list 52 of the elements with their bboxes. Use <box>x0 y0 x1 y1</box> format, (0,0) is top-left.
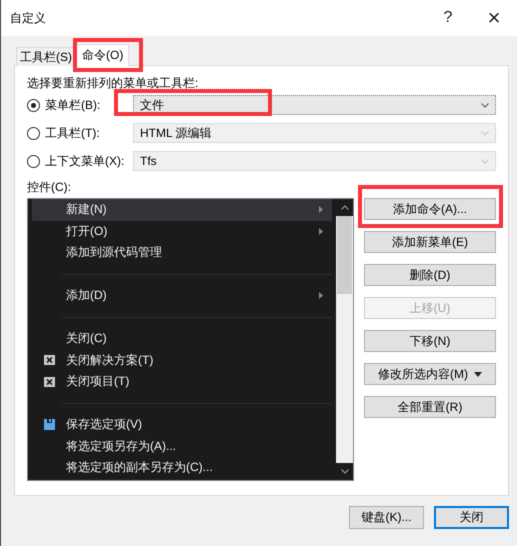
menu-item-label: 打开(O) <box>66 222 108 240</box>
radio-label: 工具栏(T): <box>45 124 101 142</box>
submenu-arrow-icon <box>319 206 323 214</box>
action-button[interactable]: 全部重置(R) <box>364 396 496 418</box>
menu-item-label: 新建(N) <box>66 201 108 218</box>
action-button[interactable]: 下移(N) <box>364 330 496 352</box>
tab[interactable]: 工具栏(S) <box>16 47 76 66</box>
menu-item[interactable]: 将选定项的副本另存为(C)... <box>32 457 332 478</box>
chevron-icon <box>481 130 489 136</box>
scroll-down-icon <box>340 469 348 474</box>
menu-item[interactable]: 添加(D) <box>32 285 332 306</box>
menu-item-label: 将选定项另存为(A)... <box>66 438 177 455</box>
radio-label: 上下文菜单(X): <box>45 152 126 170</box>
menu-item[interactable]: 将选定项另存为(A)... <box>32 436 332 457</box>
menu-item-label: 将选定项的副本另存为(C)... <box>66 459 214 476</box>
radio-button[interactable] <box>27 98 40 112</box>
close-icon <box>44 355 54 366</box>
save-icon <box>44 419 54 430</box>
menu-item[interactable]: 关闭项目(T) <box>32 371 332 392</box>
menu-item[interactable]: 关闭(C) <box>32 328 332 350</box>
menu-item[interactable]: 新建(N) <box>32 199 332 220</box>
dialog-button[interactable]: 关闭 <box>434 506 509 529</box>
menu-item-label: 关闭(C) <box>66 330 108 348</box>
dropdown[interactable]: 文件 <box>133 95 496 115</box>
menu-item[interactable]: 添加到源代码管理 <box>32 242 332 264</box>
close-button[interactable]: × <box>471 0 517 36</box>
window-title: 自定义 <box>10 10 46 26</box>
menu-item[interactable]: 关闭解决方案(T) <box>32 350 332 371</box>
section-label: 控件(C): <box>27 179 71 195</box>
close-icon <box>44 376 54 387</box>
action-button[interactable]: 添加命令(A)... <box>364 198 496 220</box>
action-button[interactable]: 修改所选内容(M) <box>364 363 496 385</box>
section-label: 选择要重新排列的菜单或工具栏: <box>27 75 198 91</box>
scroll-up-icon <box>340 205 348 210</box>
action-button[interactable]: 添加新菜单(E) <box>364 231 496 253</box>
action-button[interactable]: 删除(D) <box>364 264 496 286</box>
menu-item-label: 关闭项目(T) <box>66 373 130 390</box>
dialog-button[interactable]: 键盘(K)... <box>349 506 424 529</box>
menu-item-label: 添加(D) <box>66 287 108 304</box>
menu-item[interactable]: 打开(O) <box>32 220 332 242</box>
submenu-arrow-icon <box>319 228 323 235</box>
menu-item[interactable]: 保存选定项(V) <box>32 414 332 436</box>
chevron-icon <box>481 102 489 108</box>
menu-item-label: 保存选定项(V) <box>66 416 143 434</box>
scroll-thumb[interactable] <box>337 216 352 294</box>
menu-item-label: 添加到源代码管理 <box>66 244 163 262</box>
help-button[interactable]: ? <box>425 0 471 36</box>
tab[interactable]: 命令(O) <box>76 44 130 66</box>
submenu-arrow-icon <box>319 292 323 300</box>
menu-item-label: 关闭解决方案(T) <box>66 352 154 369</box>
radio-label: 菜单栏(B): <box>45 96 102 114</box>
chevron-icon <box>481 158 489 164</box>
